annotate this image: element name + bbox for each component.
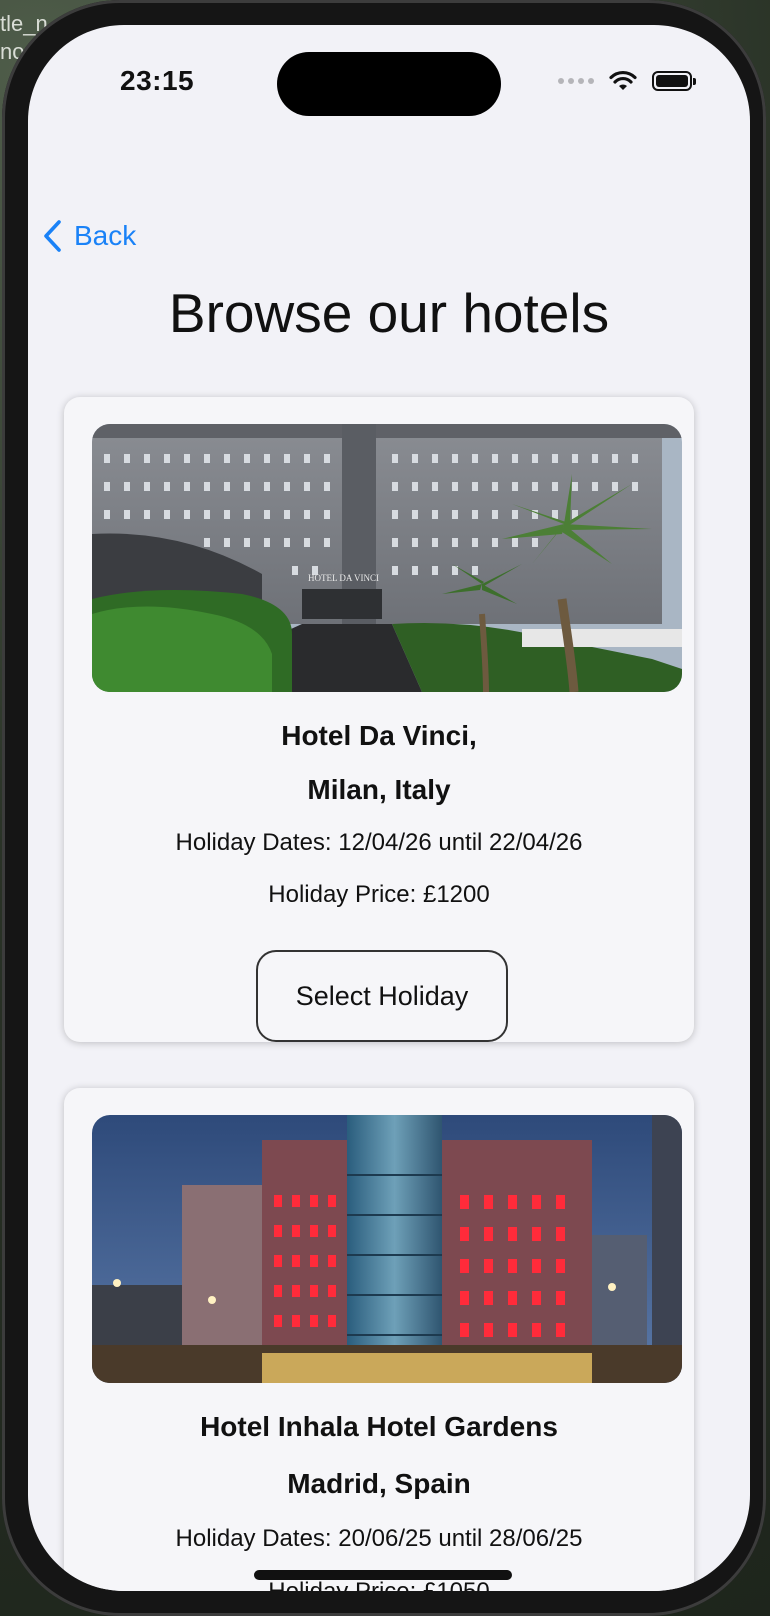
- back-label: Back: [74, 220, 137, 251]
- battery-icon: [652, 71, 696, 91]
- hotel-name: Hotel Inhala Hotel Gardens: [200, 1411, 558, 1442]
- dynamic-island: [277, 52, 501, 116]
- status-time: 23:15: [120, 65, 195, 96]
- wifi-icon: [609, 70, 637, 90]
- photo-sign-text: HOTEL DA VINCI: [308, 573, 379, 583]
- phone-frame: 23:15 Back Browse our hotels HOTEL DA VI…: [2, 0, 766, 1616]
- app-screen: 23:15 Back Browse our hotels HOTEL DA VI…: [28, 25, 750, 1591]
- hotel-photo: [92, 1115, 682, 1383]
- hotel-photo: HOTEL DA VINCI: [92, 424, 682, 692]
- hotel-location: Madrid, Spain: [287, 1468, 471, 1499]
- hotel-name: Hotel Da Vinci,: [281, 720, 477, 751]
- holiday-price: Holiday Price: £1200: [268, 881, 490, 908]
- hotel-card: HOTEL DA VINCI Hotel Da Vinci, Milan, It…: [64, 397, 694, 1042]
- home-indicator: [254, 1570, 512, 1580]
- hotel-location: Milan, Italy: [307, 774, 451, 805]
- back-button[interactable]: Back: [42, 219, 136, 253]
- holiday-dates: Holiday Dates: 12/04/26 until 22/04/26: [175, 829, 583, 856]
- select-holiday-button[interactable]: Select Holiday: [256, 950, 508, 1042]
- chevron-left-icon: [44, 220, 61, 252]
- holiday-dates: Holiday Dates: 20/06/25 until 28/06/25: [175, 1525, 583, 1552]
- cellular-signal-icon: [558, 78, 594, 84]
- status-icons: [558, 70, 696, 92]
- hotel-card: Hotel Inhala Hotel Gardens Madrid, Spain…: [64, 1088, 694, 1591]
- page-title: Browse our hotels: [168, 282, 610, 344]
